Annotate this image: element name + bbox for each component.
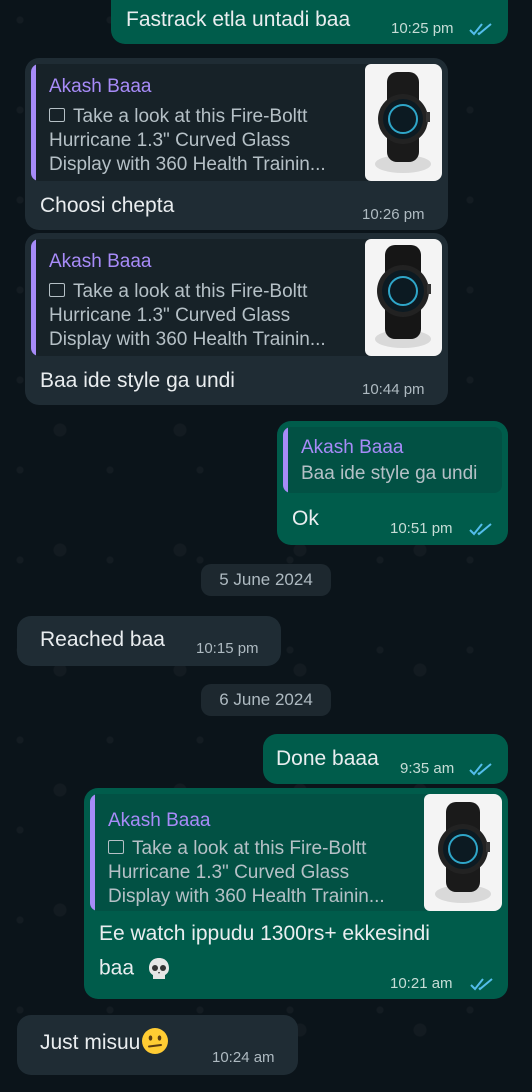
message-text: Done baaa xyxy=(276,747,379,770)
message-time: 9:35 am xyxy=(400,760,455,777)
message-time: 10:44 pm xyxy=(362,381,425,398)
message-time: 10:24 am xyxy=(212,1049,275,1066)
double-check-icon xyxy=(470,978,493,991)
quoted-message[interactable]: Akash Baaa Take a look at this Fire-Bolt… xyxy=(90,794,502,911)
message-time: 10:15 pm xyxy=(196,640,259,657)
message-bubble-incoming[interactable]: Akash Baaa Take a look at this Fire-Bolt… xyxy=(25,233,448,405)
message-bubble-outgoing[interactable]: Fastrack etla untadi baa 10:25 pm xyxy=(111,0,508,44)
date-separator: 6 June 2024 xyxy=(201,684,331,716)
message-text: Just misuu xyxy=(40,1028,169,1055)
date-separator: 5 June 2024 xyxy=(201,564,331,596)
message-time: 10:25 pm xyxy=(391,20,454,37)
message-bubble-outgoing[interactable]: Akash Baaa Take a look at this Fire-Bolt… xyxy=(84,788,508,999)
watch-thumbnail xyxy=(424,794,502,911)
watch-thumbnail xyxy=(365,64,442,181)
quote-accent-bar xyxy=(90,794,95,911)
message-bubble-incoming[interactable]: Just misuu 10:24 am xyxy=(17,1015,298,1075)
quote-sender-name: Akash Baaa xyxy=(49,251,152,272)
image-icon xyxy=(49,282,65,297)
quote-preview-line: Hurricane 1.3" Curved Glass xyxy=(49,305,291,326)
image-icon xyxy=(49,107,65,122)
message-bubble-outgoing[interactable]: Done baaa 9:35 am xyxy=(263,734,508,784)
skull-emoji xyxy=(148,958,169,979)
quoted-message[interactable]: Akash Baaa Baa ide style ga undi xyxy=(283,427,502,493)
quote-sender-name: Akash Baaa xyxy=(301,437,404,458)
quote-preview-line: Hurricane 1.3" Curved Glass xyxy=(49,130,291,151)
quote-accent-bar xyxy=(31,239,36,356)
message-time: 10:21 am xyxy=(390,975,453,992)
quoted-message[interactable]: Akash Baaa Take a look at this Fire-Bolt… xyxy=(31,239,442,356)
quote-preview-line: Take a look at this Fire-Boltt xyxy=(108,837,366,861)
image-icon xyxy=(108,839,124,854)
message-bubble-incoming[interactable]: Akash Baaa Take a look at this Fire-Bolt… xyxy=(25,58,448,230)
quote-preview-line: Display with 360 Health Trainin... xyxy=(49,154,326,175)
message-time: 10:51 pm xyxy=(390,520,453,537)
double-check-icon xyxy=(469,23,492,36)
message-text: Choosi chepta xyxy=(40,194,175,217)
quote-accent-bar xyxy=(31,64,36,181)
message-bubble-incoming[interactable]: Reached baa 10:15 pm xyxy=(17,616,281,666)
confused-face-emoji xyxy=(142,1028,169,1055)
quote-preview-line: Display with 360 Health Trainin... xyxy=(108,886,385,907)
quote-sender-name: Akash Baaa xyxy=(49,76,152,97)
message-text: Ok xyxy=(292,507,319,530)
quote-preview-line: Hurricane 1.3" Curved Glass xyxy=(108,862,350,883)
message-bubble-outgoing[interactable]: Akash Baaa Baa ide style ga undi Ok 10:5… xyxy=(277,421,508,545)
watch-thumbnail xyxy=(365,239,442,356)
message-time: 10:26 pm xyxy=(362,206,425,223)
quote-accent-bar xyxy=(283,427,288,493)
quoted-message[interactable]: Akash Baaa Take a look at this Fire-Bolt… xyxy=(31,64,442,181)
quote-preview-line: Take a look at this Fire-Boltt xyxy=(49,280,307,304)
quote-sender-name: Akash Baaa xyxy=(108,810,211,831)
message-text: Fastrack etla untadi baa xyxy=(126,8,351,31)
quote-preview-line: Take a look at this Fire-Boltt xyxy=(49,105,307,129)
quote-preview-line: Display with 360 Health Trainin... xyxy=(49,329,326,350)
message-text: Baa ide style ga undi xyxy=(40,369,235,392)
quote-preview-line: Baa ide style ga undi xyxy=(301,463,478,484)
double-check-icon xyxy=(469,763,492,776)
double-check-icon xyxy=(469,523,492,536)
message-text: Ee watch ippudu 1300rs+ ekkesindi xyxy=(99,922,430,945)
message-text: baa xyxy=(99,956,172,982)
message-text: Reached baa xyxy=(40,628,165,651)
